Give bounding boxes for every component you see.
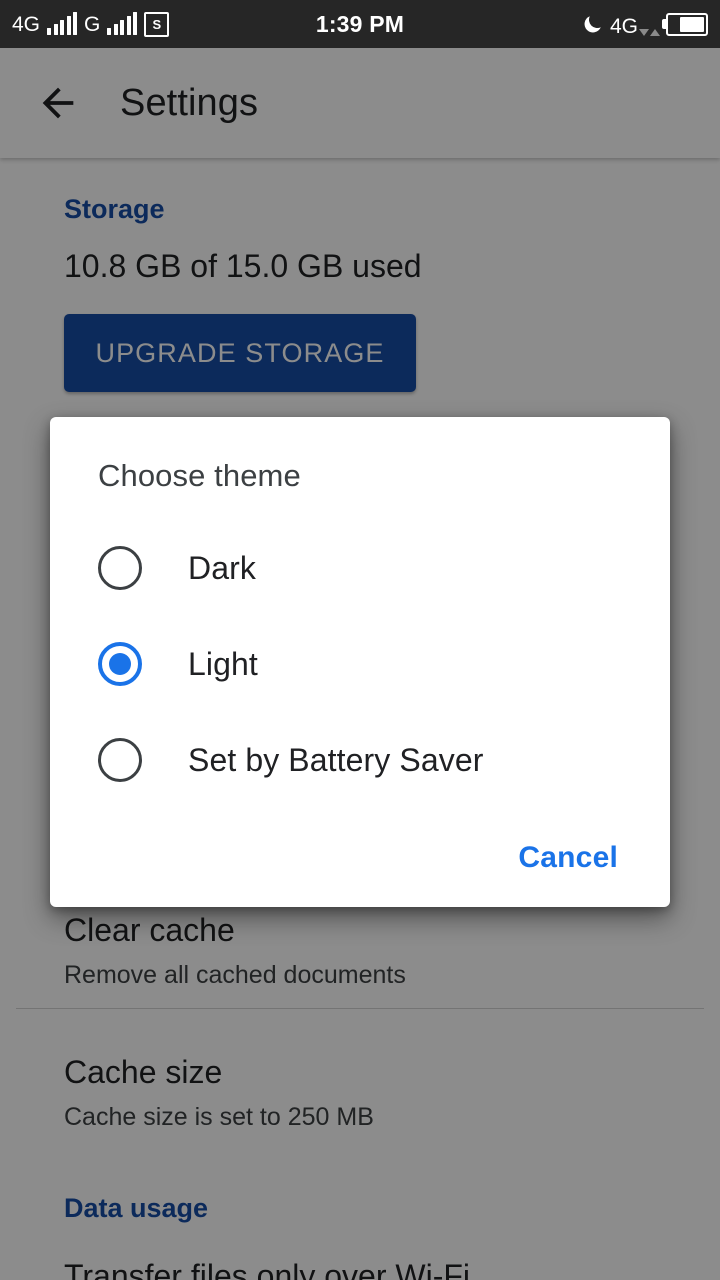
cancel-button[interactable]: Cancel <box>506 831 630 885</box>
status-bar-clock: 1:39 PM <box>315 10 405 37</box>
radio-dot <box>109 653 131 675</box>
radio-button-unchecked-icon[interactable] <box>98 738 142 782</box>
theme-option-battery-saver[interactable]: Set by Battery Saver <box>50 712 670 808</box>
battery-icon <box>666 12 708 36</box>
phone-screen: Storage 10.8 GB of 15.0 GB used UPGRADE … <box>0 0 720 1280</box>
theme-option-light[interactable]: Light <box>50 616 670 712</box>
radio-button-checked-icon[interactable] <box>98 642 142 686</box>
theme-options-group: Dark Light Set by Battery Saver <box>50 520 670 808</box>
theme-option-dark[interactable]: Dark <box>50 520 670 616</box>
radio-button-unchecked-icon[interactable] <box>98 546 142 590</box>
choose-theme-dialog: Choose theme Dark Light Set by Battery S… <box>50 417 670 907</box>
theme-option-label: Light <box>188 645 258 682</box>
dialog-title: Choose theme <box>98 458 301 493</box>
battery-level-fill <box>680 16 704 32</box>
theme-option-label: Set by Battery Saver <box>188 741 484 778</box>
dialog-actions: Cancel <box>506 831 630 885</box>
theme-option-label: Dark <box>188 549 256 586</box>
status-bar: 4G G S 1:39 PM 4G <box>0 0 720 48</box>
